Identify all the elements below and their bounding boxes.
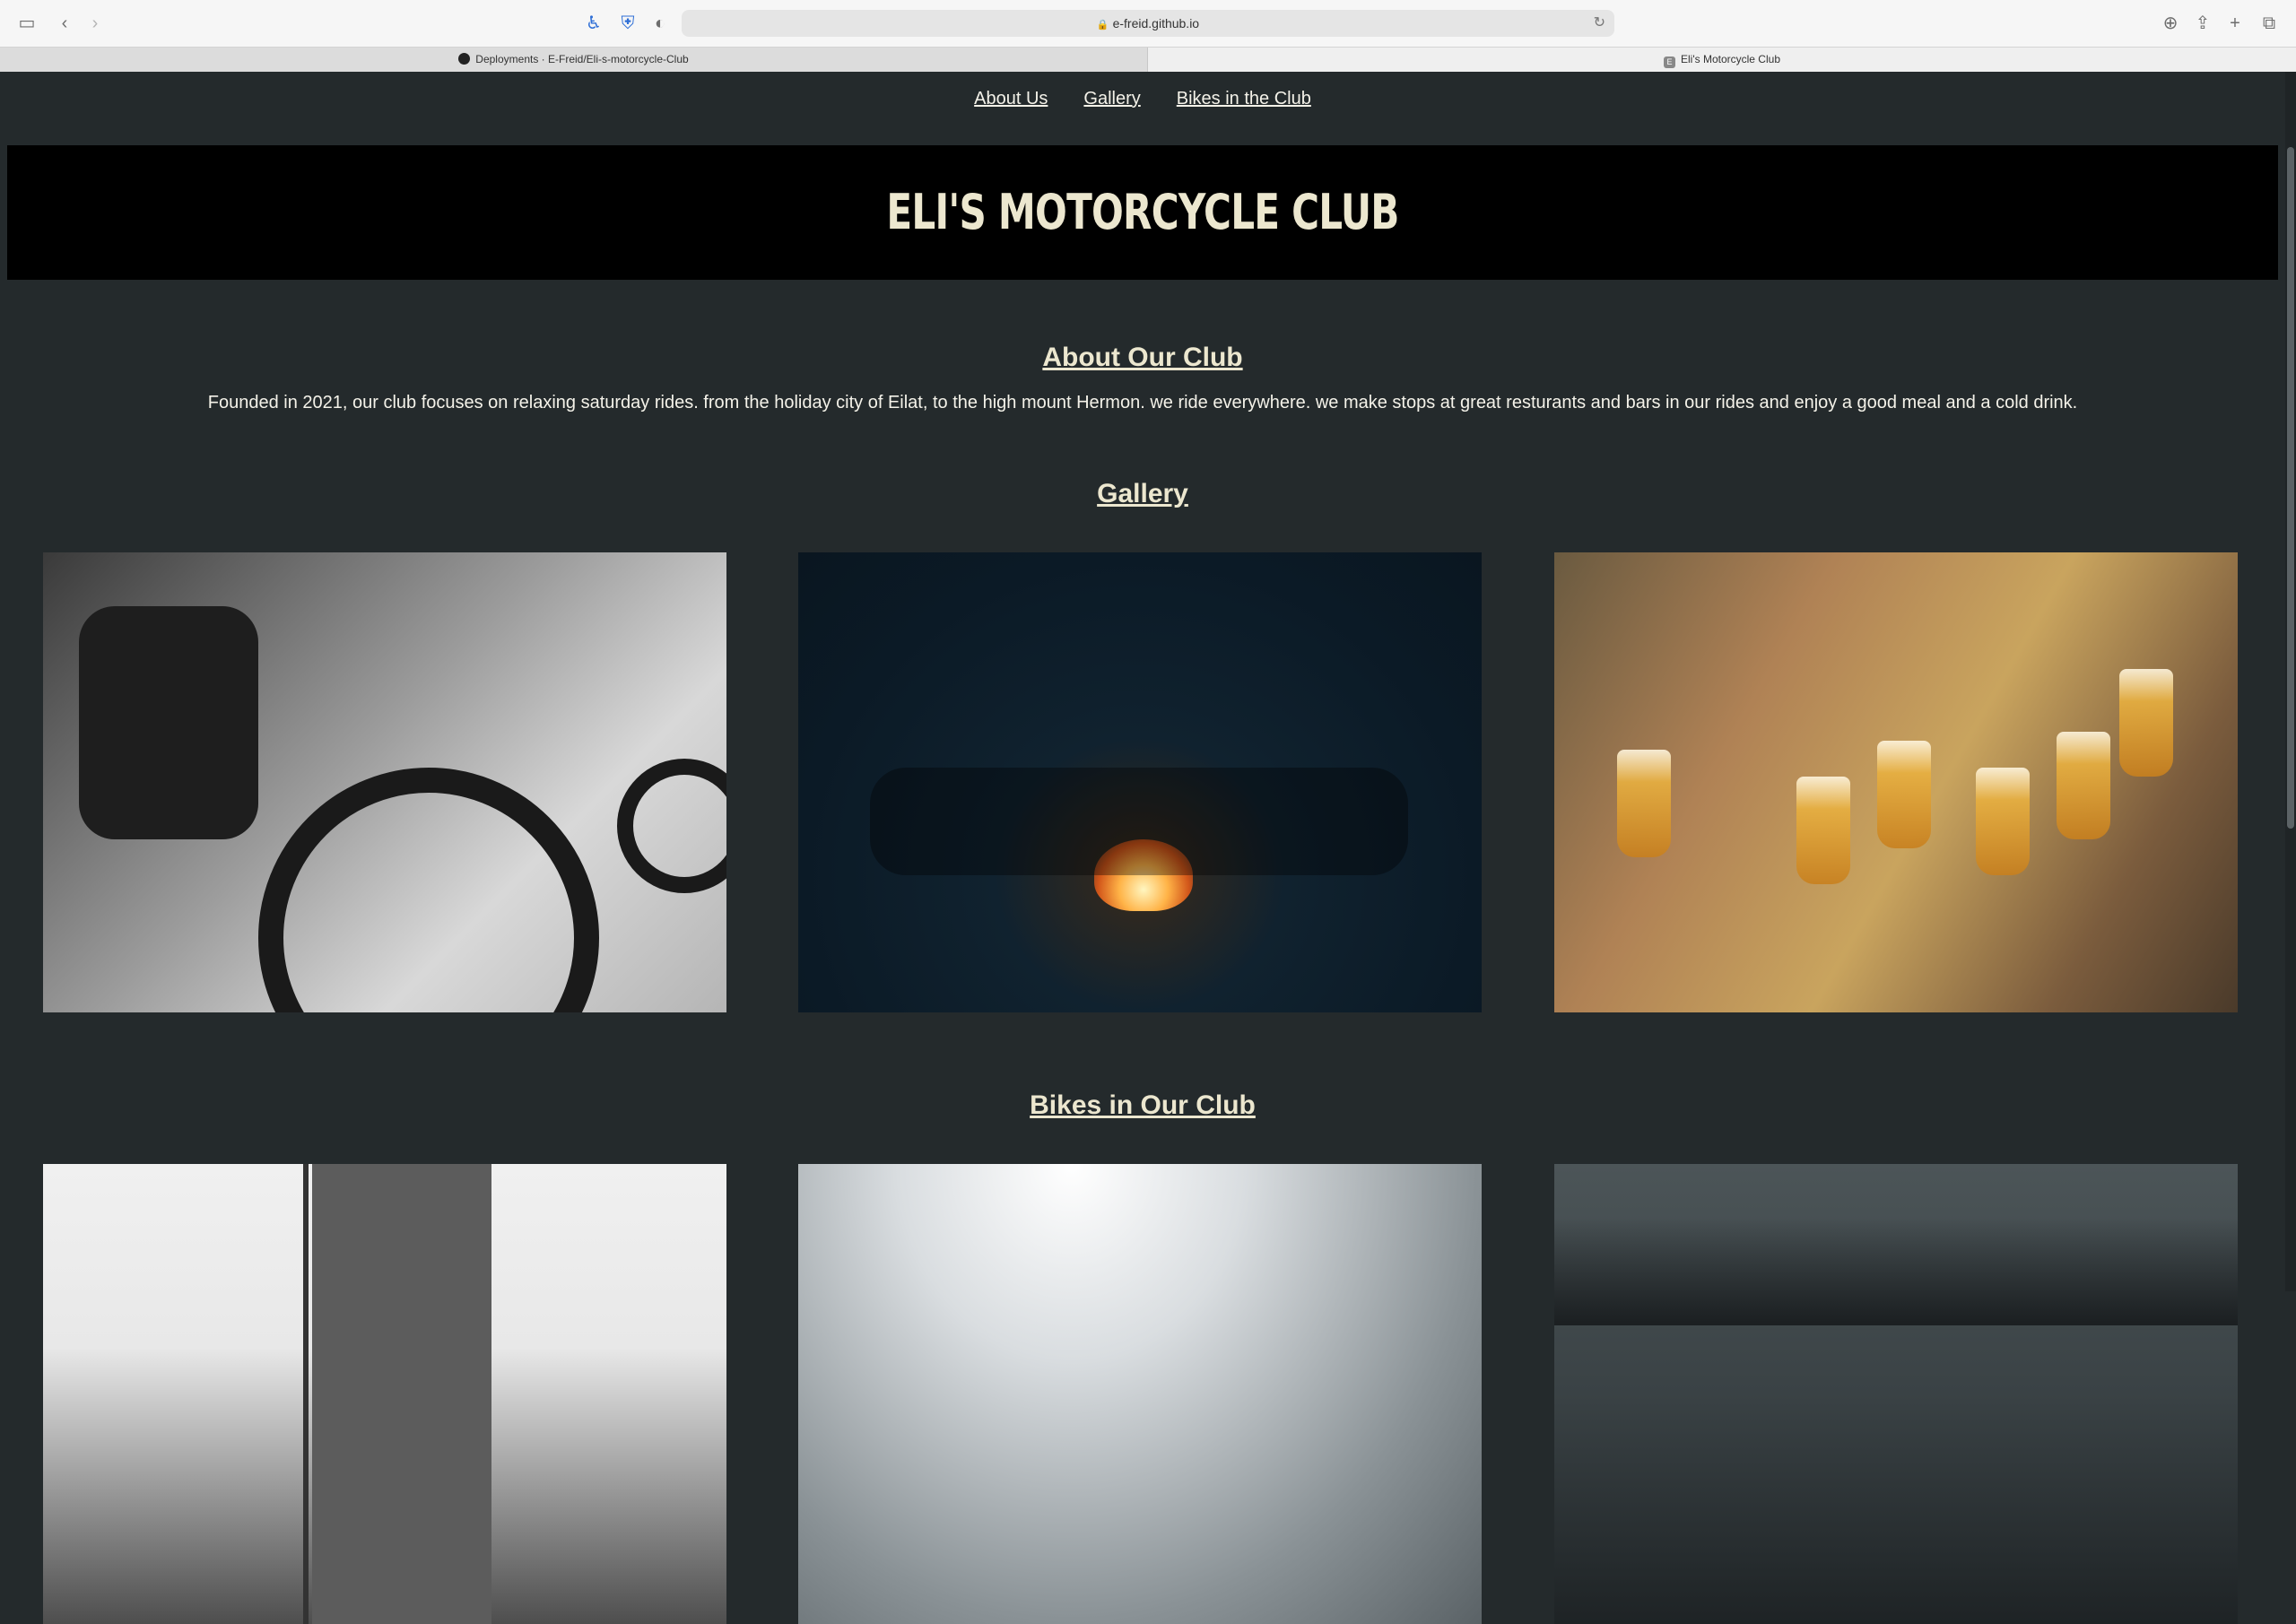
url-text: e-freid.github.io	[1112, 16, 1200, 30]
tab-overview-icon[interactable]: ⧉	[2258, 13, 2280, 34]
tab-deployments[interactable]: Deployments · E-Freid/Eli-s-motorcycle-C…	[0, 48, 1148, 72]
accessibility-extension-icon[interactable]: ♿	[583, 13, 604, 34]
scrollbar-thumb[interactable]	[2287, 147, 2294, 829]
shield-extension-icon[interactable]: ⛨	[617, 13, 639, 34]
about-text: Founded in 2021, our club focuses on rel…	[207, 393, 2078, 413]
site-nav: About Us Gallery Bikes in the Club	[0, 72, 2285, 143]
tab-label: Deployments · E-Freid/Eli-s-motorcycle-C…	[475, 53, 689, 65]
site-header: ELI'S MOTORCYCLE CLUB	[7, 145, 2278, 280]
gallery-image-drinks	[1554, 552, 2238, 1012]
github-icon	[458, 53, 471, 65]
tab-label: Eli's Motorcycle Club	[1681, 53, 1780, 65]
web-page: About Us Gallery Bikes in the Club ELI'S M…	[0, 72, 2285, 1624]
privacy-icon[interactable]: ◐	[649, 13, 671, 34]
bikes-heading: Bikes in Our Club	[1030, 1090, 1256, 1120]
gallery-image-riders	[43, 552, 726, 1012]
bike-image-1	[43, 1164, 726, 1624]
browser-toolbar: ▭ ‹ › ♿ ⛨ ◐ 🔒 e-freid.github.io ↻ ⊕ ⇪ + ⧉	[0, 0, 2296, 47]
about-heading: About Our Club	[1042, 343, 1243, 372]
tab-eli-motorcycle-club[interactable]: E Eli's Motorcycle Club	[1148, 48, 2296, 72]
site-title: ELI'S MOTORCYCLE CLUB	[886, 184, 1399, 240]
back-icon[interactable]: ‹	[54, 13, 75, 34]
address-bar[interactable]: 🔒 e-freid.github.io ↻	[682, 10, 1614, 37]
share-icon[interactable]: ⇪	[2192, 13, 2213, 34]
gallery-heading: Gallery	[1097, 479, 1188, 508]
tab-bar: Deployments · E-Freid/Eli-s-motorcycle-C…	[0, 47, 2296, 72]
bike-image-3	[1554, 1164, 2238, 1624]
forward-icon[interactable]: ›	[84, 13, 106, 34]
nav-link-about-us[interactable]: About Us	[974, 72, 1048, 126]
gallery-image-campfire	[798, 552, 1482, 1012]
reload-icon[interactable]: ↻	[1594, 10, 1605, 37]
site-favicon-icon: E	[1664, 56, 1675, 68]
download-icon[interactable]: ⊕	[2160, 13, 2181, 34]
nav-link-gallery[interactable]: Gallery	[1083, 72, 1140, 126]
new-tab-icon[interactable]: +	[2224, 13, 2246, 34]
address-url: 🔒 e-freid.github.io	[682, 10, 1614, 39]
bike-image-2	[798, 1164, 1482, 1624]
lock-icon: 🔒	[1096, 20, 1109, 30]
sidebar-toggle-icon[interactable]: ▭	[16, 13, 38, 34]
page-scrollbar[interactable]	[2285, 72, 2296, 1291]
nav-link-bikes[interactable]: Bikes in the Club	[1177, 72, 1311, 126]
